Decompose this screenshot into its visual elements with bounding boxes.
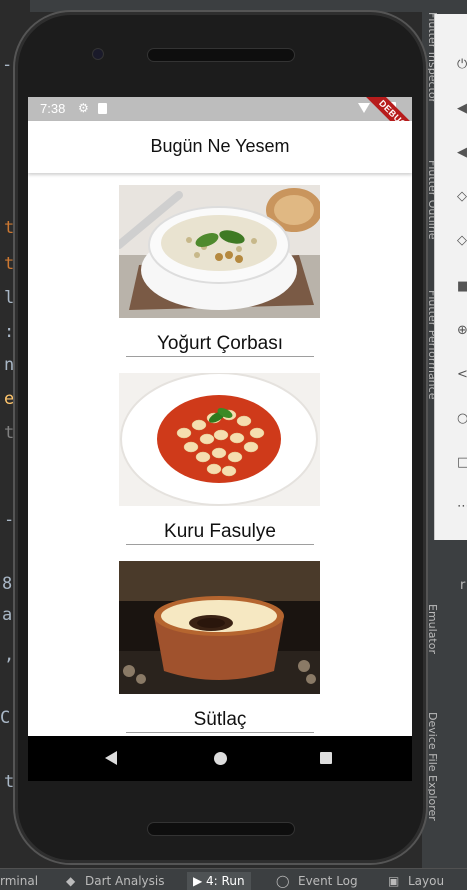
nav-back-icon[interactable] [105, 751, 117, 765]
settings-gear-icon: ⚙ [78, 101, 89, 115]
back-icon[interactable]: < [457, 368, 467, 382]
status-time: 7:38 [40, 101, 66, 116]
food-list[interactable]: Yoğurt Çorbası Kuru Fasulye Sütlaç [28, 173, 412, 736]
home-icon[interactable]: ○ [457, 412, 467, 426]
divider [126, 544, 314, 545]
side-char: r [460, 578, 466, 593]
code-char: 8 [2, 574, 13, 594]
emulator-toolbar: ⏻ ◀ ◀ ◇ ◇ ■ ⊕ < ○ □ ⋯ [434, 14, 467, 540]
earpiece-speaker [147, 48, 295, 62]
dart-analysis-icon: ◆ [66, 874, 76, 888]
tab-run-label: 4: Run [206, 874, 245, 888]
food-item-yogurt-corbasi[interactable]: Yoğurt Çorbası [28, 173, 412, 361]
food-name: Sütlaç [193, 709, 247, 730]
phone-screen: 7:38 ⚙ DEBUG Bugün Ne Yesem Yoğurt Çorba… [28, 97, 412, 781]
nav-home-icon[interactable] [214, 752, 227, 765]
nav-recents-icon[interactable] [320, 752, 332, 764]
app-bar: Bugün Ne Yesem [28, 121, 412, 173]
sd-card-icon [98, 103, 107, 114]
overview-icon[interactable]: □ [457, 456, 467, 470]
tab-event-log[interactable]: Event Log [298, 872, 358, 890]
divider [126, 732, 314, 733]
rotate-left-icon[interactable]: ◇ [457, 190, 467, 204]
rotate-right-icon[interactable]: ◇ [457, 234, 467, 248]
camera-icon[interactable]: ■ [457, 280, 467, 294]
food-name: Kuru Fasulye [164, 521, 276, 542]
wifi-icon [358, 103, 370, 113]
tab-dart-analysis[interactable]: Dart Analysis [85, 872, 165, 890]
more-icon[interactable]: ⋯ [457, 500, 467, 514]
tab-run[interactable]: ▶ 4: Run [187, 872, 251, 890]
tab-layout-inspector[interactable]: Layou [408, 872, 444, 890]
food-item-kuru-fasulye[interactable]: Kuru Fasulye [28, 361, 412, 549]
code-char: C [0, 708, 11, 728]
layout-inspector-icon: ▣ [388, 874, 400, 888]
run-icon: ▶ [193, 874, 207, 888]
android-nav-bar [28, 736, 412, 781]
front-camera [92, 48, 104, 60]
food-image-soup[interactable] [119, 185, 320, 318]
page-title: Bugün Ne Yesem [150, 136, 290, 156]
tab-terminal[interactable]: rminal [0, 872, 38, 890]
food-image-beans[interactable] [119, 373, 320, 506]
volume-up-icon[interactable]: ◀ [457, 102, 467, 116]
event-log-icon: ◯ [276, 874, 290, 888]
food-image-rice-pudding[interactable] [119, 561, 320, 694]
power-icon[interactable]: ⏻ [457, 58, 467, 72]
zoom-icon[interactable]: ⊕ [457, 324, 467, 338]
ide-bottom-toolbar: rminal ◆ Dart Analysis ▶ 4: Run ◯ Event … [0, 868, 467, 890]
food-name: Yoğurt Çorbası [156, 333, 284, 354]
food-item-sutlac[interactable]: Sütlaç [28, 549, 412, 736]
code-char: a [2, 605, 13, 625]
volume-down-icon[interactable]: ◀ [457, 146, 467, 160]
status-bar: 7:38 ⚙ [28, 97, 412, 121]
divider [126, 356, 314, 357]
bottom-speaker [147, 822, 295, 836]
